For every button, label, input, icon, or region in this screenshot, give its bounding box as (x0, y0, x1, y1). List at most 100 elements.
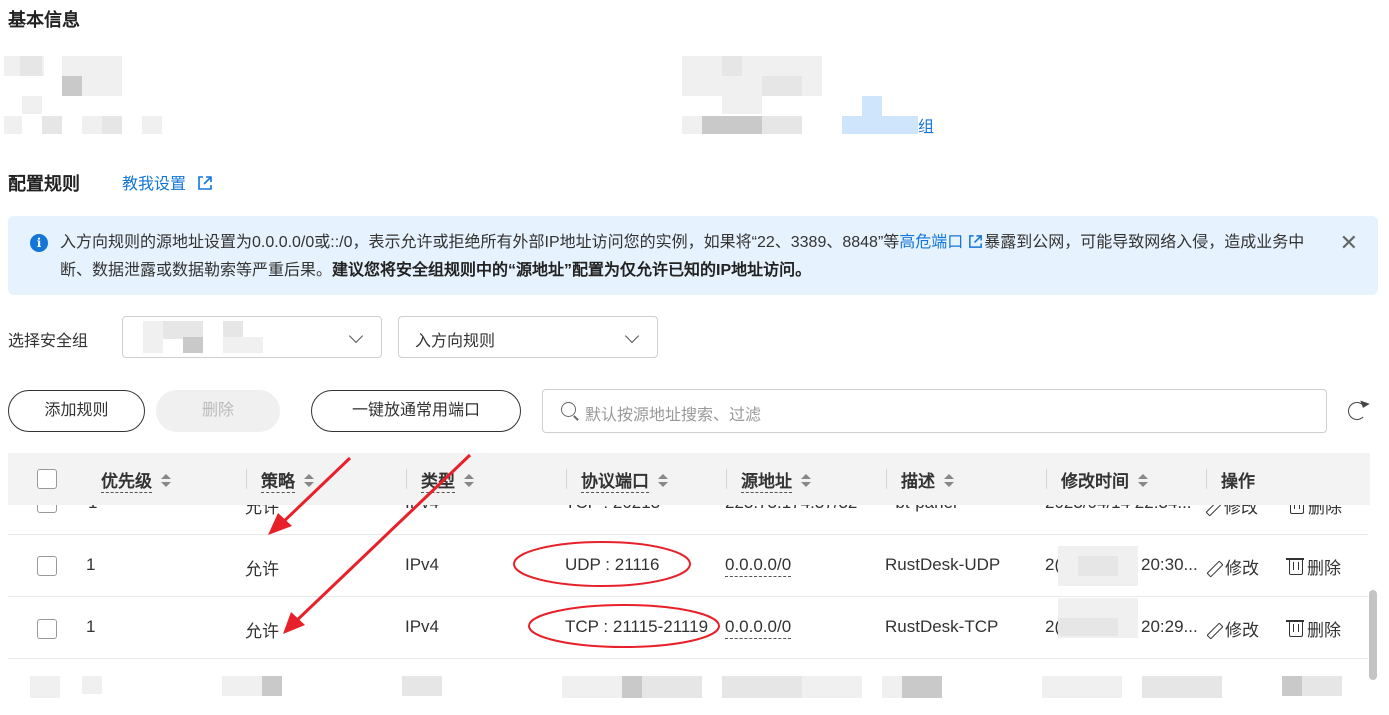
column-protocol-port[interactable]: 协议端口 (581, 467, 669, 493)
high-risk-port-link-label: 高危端口 (899, 234, 964, 251)
row-divider (8, 534, 1368, 535)
redacted-block (722, 96, 762, 114)
pencil-icon (1206, 622, 1222, 638)
redacted-block (722, 676, 802, 698)
cell-modified: 2023/04/14 22:34... (1045, 505, 1192, 513)
redacted-block (183, 337, 203, 353)
cell-source[interactable]: 0.0.0.0/0 (725, 617, 792, 639)
column-actions-label: 操作 (1221, 472, 1255, 491)
redacted-block (1078, 556, 1118, 576)
cell-policy: 允许 (245, 505, 279, 517)
cell-type: IPv4 (405, 617, 440, 636)
column-divider (886, 469, 887, 489)
rules-title: 配置规则 (8, 174, 80, 194)
redacted-block (622, 676, 642, 698)
row-checkbox[interactable] (37, 556, 57, 576)
cell-description: RustDesk-UDP (885, 555, 1001, 574)
cell-policy: 允许 (245, 622, 279, 641)
security-group-label: 选择安全组 (8, 333, 89, 350)
cell-source[interactable]: 0.0.0.0/0 (725, 555, 792, 577)
delete-action[interactable]: 删除 (1290, 505, 1342, 517)
column-policy-label: 策略 (261, 472, 295, 493)
column-type[interactable]: 类型 (421, 467, 475, 493)
chevron-down-icon (348, 328, 364, 344)
redacted-block (1302, 676, 1342, 696)
column-type-label: 类型 (421, 472, 455, 493)
redacted-block (223, 337, 263, 353)
add-rule-button[interactable]: 添加规则 (8, 390, 145, 432)
column-modified[interactable]: 修改时间 (1061, 467, 1149, 492)
pencil-icon (1205, 505, 1221, 515)
cell-description: RustDesk-TCP (885, 617, 999, 636)
column-source-label: 源地址 (741, 472, 792, 493)
redacted-block (262, 676, 282, 696)
redacted-block (82, 116, 102, 134)
high-risk-port-link[interactable]: 高危端口 (899, 234, 984, 251)
column-modified-label: 修改时间 (1061, 472, 1129, 491)
column-divider (246, 469, 247, 489)
redacted-block (42, 116, 62, 134)
edit-action[interactable]: 修改 (1206, 616, 1259, 641)
cell-type: IPv4 (405, 505, 439, 513)
select-all-checkbox[interactable] (37, 469, 57, 489)
column-divider (726, 469, 727, 489)
column-policy[interactable]: 策略 (261, 467, 315, 493)
redacted-block (30, 676, 60, 698)
trash-icon (1286, 558, 1304, 576)
direction-select[interactable]: 入方向规则 (398, 316, 658, 358)
trash-icon (1286, 620, 1304, 638)
row-checkbox[interactable] (37, 619, 57, 639)
redacted-block (62, 56, 122, 76)
direction-value: 入方向规则 (415, 333, 496, 350)
redacted-block (642, 676, 702, 698)
cell-priority: 1 (86, 555, 96, 574)
cell-priority: 1 (88, 505, 97, 513)
cell-modified-suffix: 20:29... (1141, 617, 1198, 636)
redacted-block (902, 676, 942, 698)
redacted-block (1118, 598, 1136, 618)
redacted-block (222, 676, 262, 696)
sort-icon (657, 473, 669, 488)
search-input[interactable]: 默认按源地址搜索、过滤 (542, 389, 1327, 433)
redacted-block (762, 76, 802, 96)
redacted-block (1282, 676, 1302, 696)
annotation-arrowhead-2 (283, 612, 305, 634)
delete-label: 删除 (1307, 559, 1341, 578)
redacted-block (82, 76, 122, 96)
redacted-block (1058, 618, 1118, 636)
column-priority[interactable]: 优先级 (101, 467, 172, 493)
delete-action[interactable]: 删除 (1286, 616, 1341, 641)
column-source[interactable]: 源地址 (741, 467, 812, 493)
alert-text-part1: 入方向规则的源地址设置为0.0.0.0/0或::/0，表示允许或拒绝所有外部IP… (60, 234, 900, 251)
help-link-label: 教我设置 (122, 176, 187, 193)
chevron-down-icon (624, 328, 640, 344)
close-icon[interactable]: ✕ (1340, 230, 1358, 256)
refresh-icon[interactable] (1348, 402, 1366, 420)
security-group-link[interactable]: 组 (918, 113, 934, 137)
sort-icon (463, 473, 475, 488)
sort-icon (943, 473, 955, 488)
redacted-block (102, 116, 122, 134)
delete-button[interactable]: 删除 (156, 390, 280, 432)
edit-label: 修改 (1224, 505, 1258, 517)
open-common-ports-button[interactable]: 一键放通常用端口 (311, 390, 521, 432)
edit-action[interactable]: 修改 (1205, 505, 1258, 517)
help-link[interactable]: 教我设置 (122, 170, 214, 194)
security-group-select[interactable] (122, 316, 382, 358)
redacted-block (1042, 676, 1122, 698)
row-checkbox[interactable] (37, 505, 57, 513)
redacted-block (4, 116, 22, 134)
scrollbar-thumb[interactable] (1369, 590, 1377, 680)
cell-protocol-port: TCP : 20213 (565, 505, 660, 513)
pencil-icon (1206, 560, 1222, 576)
column-description-label: 描述 (901, 472, 935, 491)
sort-icon (800, 473, 812, 488)
redacted-block (62, 76, 82, 96)
delete-action[interactable]: 删除 (1286, 554, 1341, 579)
basic-info-title: 基本信息 (8, 10, 80, 30)
redacted-block (702, 116, 762, 134)
redacted-block (682, 116, 702, 134)
column-description[interactable]: 描述 (901, 467, 955, 492)
edit-action[interactable]: 修改 (1206, 554, 1259, 579)
column-actions: 操作 (1221, 467, 1255, 492)
